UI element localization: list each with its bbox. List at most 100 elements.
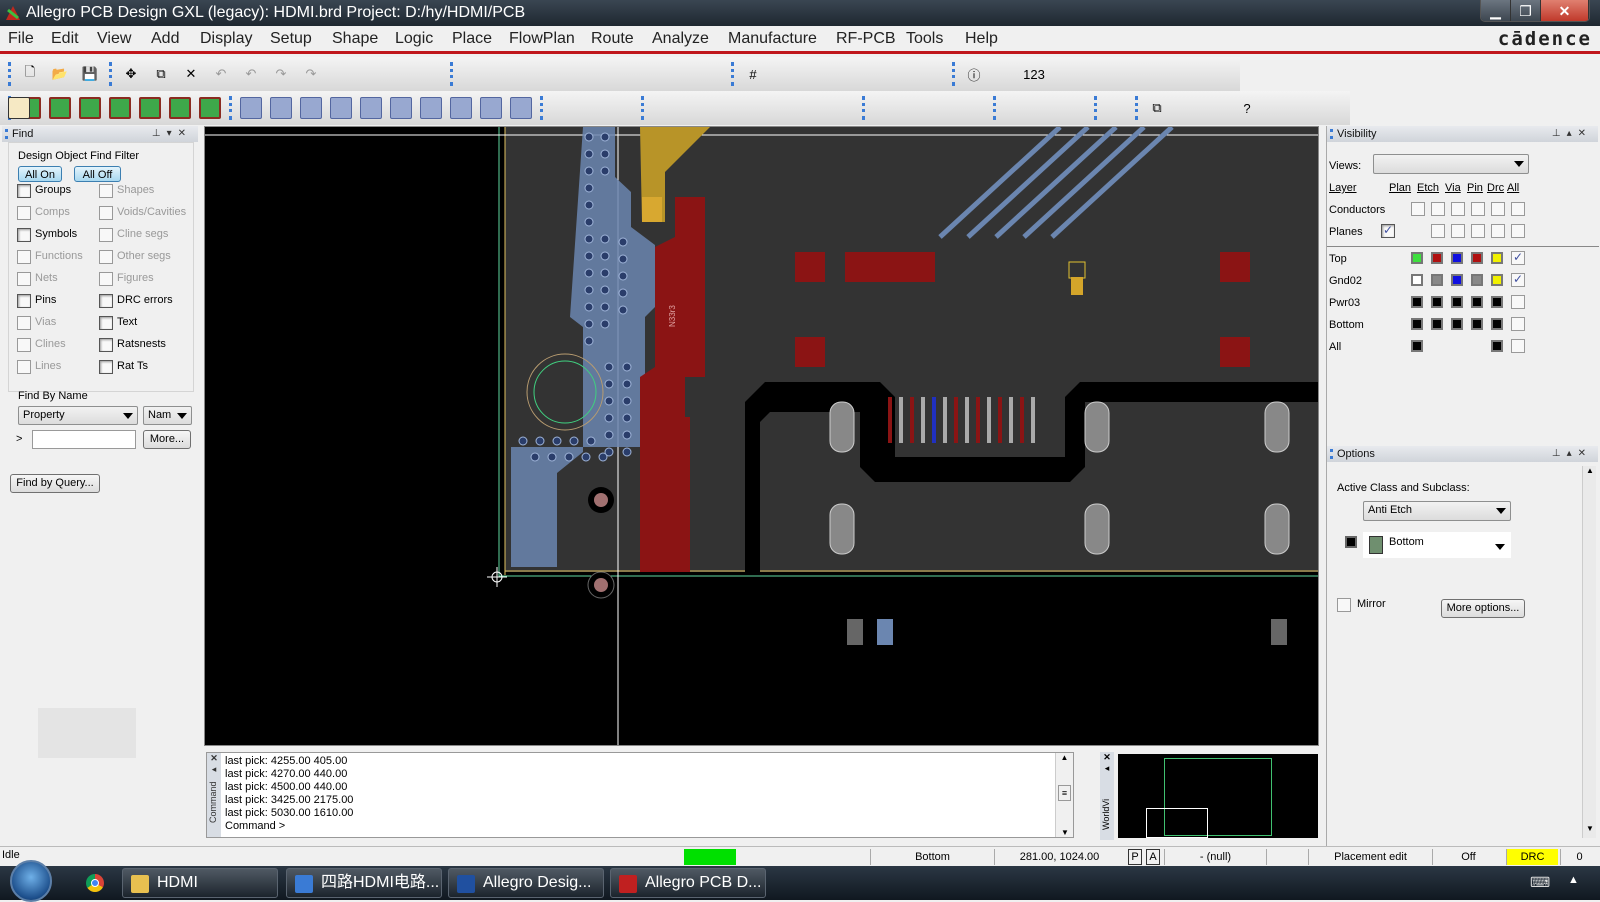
add-text-icon[interactable] <box>933 97 955 119</box>
copy-icon[interactable]: ⧉ <box>150 63 172 85</box>
global-visibility-checkbox[interactable] <box>1471 224 1485 238</box>
collapse-icon[interactable]: ◂ <box>207 764 221 775</box>
menu-view[interactable]: View <box>97 30 131 48</box>
add-line-icon[interactable] <box>873 97 895 119</box>
route-mode-6-icon[interactable] <box>169 97 191 119</box>
route-mode-7-icon[interactable] <box>199 97 221 119</box>
checkbox-comps[interactable] <box>17 206 31 220</box>
checkbox-cline-segs[interactable] <box>99 228 113 242</box>
checkbox-clines[interactable] <box>17 338 31 352</box>
zoom-previous-icon[interactable] <box>581 63 603 85</box>
scroll-down-icon[interactable]: ▼ <box>1056 828 1074 837</box>
checkbox-ratsnests[interactable] <box>99 338 113 352</box>
rats-icon[interactable] <box>420 63 442 85</box>
more-options-button[interactable]: More options... <box>1441 599 1525 618</box>
add-rect-icon[interactable] <box>903 97 925 119</box>
layer-color-toggle[interactable] <box>1491 318 1503 330</box>
global-visibility-checkbox[interactable] <box>1511 224 1525 238</box>
route-mode-3-icon[interactable] <box>79 97 101 119</box>
global-visibility-checkbox[interactable] <box>1511 202 1525 216</box>
menu-flowplan[interactable]: FlowPlan <box>509 30 575 48</box>
zoom-bowtie-icon[interactable] <box>1176 97 1198 119</box>
close-icon[interactable]: ✕ <box>1541 0 1589 21</box>
minimize-icon[interactable]: ▁ <box>1481 0 1511 21</box>
zoom-in-icon[interactable] <box>521 63 543 85</box>
open-icon[interactable]: 📂 <box>49 63 71 85</box>
bowtie-icon[interactable] <box>1206 97 1228 119</box>
menu-file[interactable]: File <box>8 30 34 48</box>
checkbox-groups[interactable] <box>17 184 31 198</box>
find-by-query-button[interactable]: Find by Query... <box>10 474 100 493</box>
layer-color-toggle[interactable] <box>1451 296 1463 308</box>
taskbar-item[interactable]: HDMI <box>122 868 278 898</box>
menu-route[interactable]: Route <box>591 30 634 48</box>
collapse-icon[interactable]: ◂ <box>1100 763 1114 774</box>
checkbox-voids-cavities[interactable] <box>99 206 113 220</box>
menu-edit[interactable]: Edit <box>51 30 79 48</box>
scroll-down-icon[interactable]: ▼ <box>1583 824 1597 838</box>
taskbar-item[interactable]: Allegro PCB D... <box>610 868 766 898</box>
shape-add-rect-icon[interactable] <box>270 97 292 119</box>
menu-setup[interactable]: Setup <box>270 30 312 48</box>
toolbar-grip[interactable] <box>1094 96 1097 120</box>
place-manual-icon[interactable] <box>551 97 573 119</box>
layer-color-toggle[interactable] <box>1471 274 1483 286</box>
checkbox-nets[interactable] <box>17 272 31 286</box>
layer-color-toggle[interactable] <box>1491 296 1503 308</box>
checkbox-symbols[interactable] <box>17 228 31 242</box>
dfa-icon[interactable] <box>892 63 914 85</box>
global-visibility-checkbox[interactable] <box>1491 202 1505 216</box>
close-icon[interactable]: ✕ <box>207 753 221 764</box>
route-mode-4-icon[interactable] <box>109 97 131 119</box>
global-visibility-checkbox[interactable] <box>1411 202 1425 216</box>
dimension-icon[interactable] <box>581 97 603 119</box>
scroll-up-icon[interactable]: ▲ <box>1583 466 1597 480</box>
save-icon[interactable]: 💾 <box>79 63 101 85</box>
shape-void-element-icon[interactable] <box>450 97 472 119</box>
measure-icon[interactable]: 123 <box>1023 63 1045 85</box>
toolbar-grip[interactable] <box>993 96 996 120</box>
undo-list-icon[interactable]: ↶ <box>240 63 262 85</box>
name-select[interactable]: Nam <box>143 406 192 425</box>
shadow-icon[interactable] <box>1113 63 1135 85</box>
checkbox-pins[interactable] <box>17 294 31 308</box>
checkbox-functions[interactable] <box>17 250 31 264</box>
zoom-world-icon[interactable] <box>611 63 633 85</box>
toolbar-grip[interactable] <box>229 96 232 120</box>
toolbar-grip[interactable] <box>1135 96 1138 120</box>
subclass-select[interactable]: Bottom <box>1363 532 1511 558</box>
shape-void-circle-icon[interactable] <box>390 97 412 119</box>
layer-color-toggle[interactable] <box>1491 274 1503 286</box>
layer-all-checkbox[interactable] <box>1511 317 1525 331</box>
world-view-viewport[interactable] <box>1146 808 1208 838</box>
restore-icon[interactable]: ❐ <box>1511 0 1541 21</box>
layer-all-checkbox[interactable] <box>1511 250 1525 265</box>
taskbar-item[interactable]: 四路HDMI电路... <box>286 868 442 898</box>
p-button[interactable]: P <box>1128 849 1142 865</box>
shape-add-circle-icon[interactable] <box>300 97 322 119</box>
fanout-icon[interactable] <box>832 97 854 119</box>
global-visibility-checkbox[interactable] <box>1431 224 1445 238</box>
chrome-icon[interactable] <box>86 874 104 892</box>
menu-rf-pcb[interactable]: RF-PCB <box>836 30 896 48</box>
copy-window-icon[interactable]: ⧉ <box>1146 97 1168 119</box>
info-icon[interactable]: ⓘ <box>963 63 985 85</box>
delete-icon[interactable]: ✕ <box>180 63 202 85</box>
all-on-button[interactable]: All On <box>18 166 62 182</box>
shape-edit-boundary-icon[interactable] <box>480 97 502 119</box>
shape-select-icon[interactable] <box>330 97 352 119</box>
shape-manual-void-icon[interactable] <box>360 97 382 119</box>
global-visibility-checkbox[interactable] <box>1431 202 1445 216</box>
assign-icon[interactable] <box>1064 97 1086 119</box>
checkbox-rat-ts[interactable] <box>99 360 113 374</box>
subclass-visibility-toggle[interactable] <box>1345 536 1357 548</box>
global-visibility-checkbox[interactable] <box>1451 202 1465 216</box>
toolbar-grip[interactable] <box>450 62 453 86</box>
dehighlight-icon[interactable] <box>1083 63 1105 85</box>
slide-icon[interactable] <box>682 97 704 119</box>
world-view-canvas[interactable] <box>1118 754 1318 838</box>
toolbar-grip[interactable] <box>540 96 543 120</box>
design-canvas[interactable]: N33r3 <box>204 126 1319 746</box>
checkbox-shapes[interactable] <box>99 184 113 198</box>
toolbar-grip[interactable] <box>641 96 644 120</box>
